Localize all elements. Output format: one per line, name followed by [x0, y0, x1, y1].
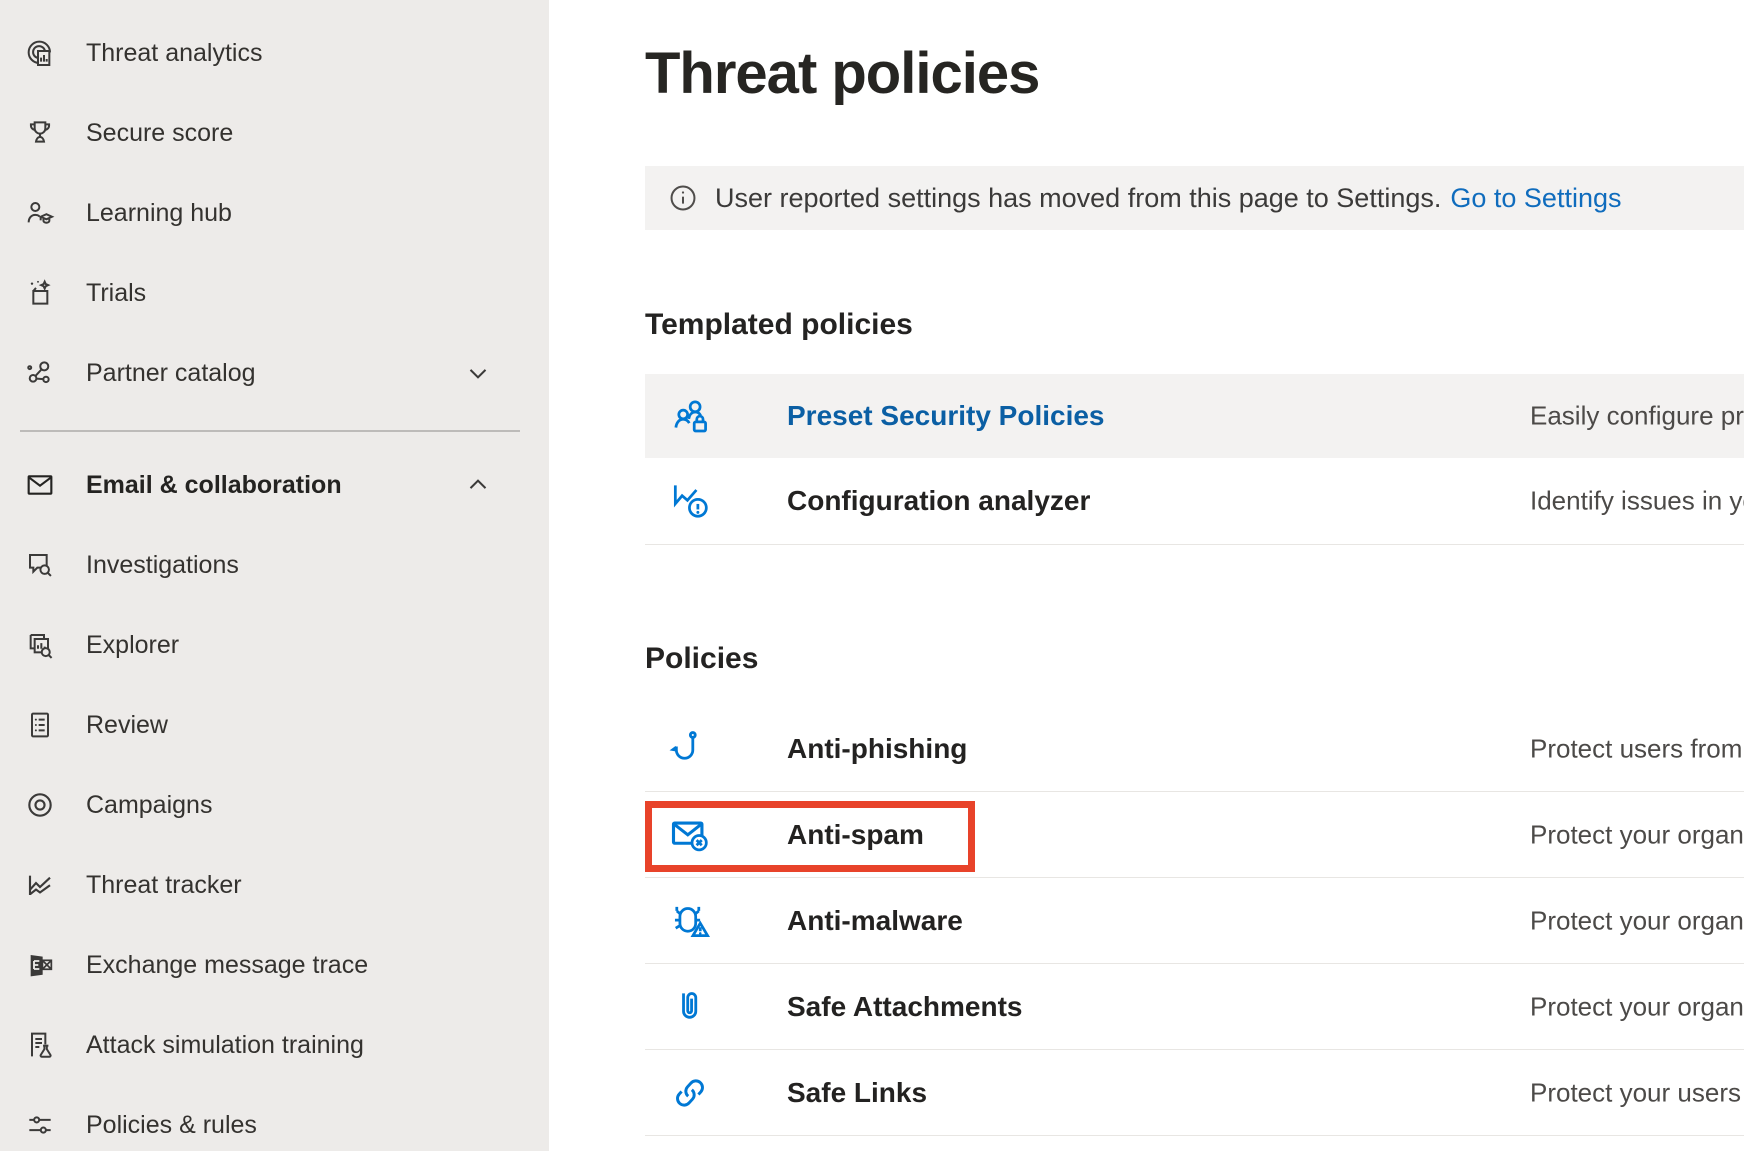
- sidebar-item-partner-catalog[interactable]: Partner catalog: [0, 333, 549, 413]
- sidebar-item-label: Policies & rules: [86, 1111, 257, 1140]
- chevron-down-icon[interactable]: [463, 358, 493, 388]
- sidebar-item-trials[interactable]: Trials: [0, 253, 549, 333]
- info-banner: User reported settings has moved from th…: [645, 166, 1744, 230]
- sidebar-item-explorer[interactable]: Explorer: [0, 605, 549, 685]
- row-description: Protect users from p: [1530, 733, 1744, 764]
- exchange-icon: [22, 947, 58, 983]
- go-to-settings-link[interactable]: Go to Settings: [1450, 183, 1621, 214]
- row-description: Easily configure prot: [1530, 401, 1744, 432]
- banner-message: User reported settings has moved from th…: [715, 183, 1441, 214]
- row-label[interactable]: Safe Links: [787, 1077, 927, 1109]
- threat-tracker-icon: [22, 867, 58, 903]
- email-icon: [22, 467, 58, 503]
- sidebar-item-label: Explorer: [86, 631, 179, 660]
- row-label[interactable]: Anti-malware: [787, 905, 963, 937]
- sidebar-item-policies-rules[interactable]: Policies & rules: [0, 1085, 549, 1165]
- row-description: Identify issues in you: [1530, 486, 1744, 517]
- sidebar-item-label: Learning hub: [86, 199, 232, 228]
- sidebar-item-label: Investigations: [86, 551, 239, 580]
- policies-rules-icon: [22, 1107, 58, 1143]
- sidebar-item-exchange-message-trace[interactable]: Exchange message trace: [0, 925, 549, 1005]
- sidebar-item-label: Review: [86, 711, 168, 740]
- partner-catalog-icon: [22, 355, 58, 391]
- sidebar-item-label: Attack simulation training: [86, 1031, 364, 1060]
- sidebar-item-threat-analytics[interactable]: Threat analytics: [0, 13, 549, 93]
- templated-policies-heading: Templated policies: [645, 308, 913, 342]
- preset-security-icon: [667, 393, 713, 439]
- sidebar-item-label: Secure score: [86, 119, 233, 148]
- sidebar-item-secure-score[interactable]: Secure score: [0, 93, 549, 173]
- info-icon: [667, 182, 699, 214]
- row-description: Protect your organiz: [1530, 905, 1744, 936]
- policies-heading: Policies: [645, 642, 758, 676]
- sidebar-item-learning-hub[interactable]: Learning hub: [0, 173, 549, 253]
- row-label[interactable]: Preset Security Policies: [787, 400, 1105, 432]
- sidebar-item-label: Threat tracker: [86, 871, 242, 900]
- row-description: Protect your organiz: [1530, 819, 1744, 850]
- sidebar-section-label: Email & collaboration: [86, 471, 342, 500]
- sidebar-item-label: Partner catalog: [86, 359, 256, 388]
- chevron-down-icon[interactable]: [467, 280, 493, 306]
- threat-analytics-icon: [22, 35, 58, 71]
- row-preset-security-policies[interactable]: Preset Security Policies Easily configur…: [645, 374, 1744, 458]
- campaigns-icon: [22, 787, 58, 823]
- templated-policies-list: Preset Security Policies Easily configur…: [645, 374, 1744, 545]
- investigations-icon: [22, 547, 58, 583]
- chevron-up-icon[interactable]: [463, 470, 493, 500]
- anti-phishing-icon: [667, 726, 713, 772]
- row-safe-links[interactable]: Safe Links Protect your users fr: [645, 1050, 1744, 1136]
- anti-malware-icon: [667, 898, 713, 944]
- sidebar: Threat analytics Secure score: [0, 0, 549, 1151]
- policies-list: Anti-phishing Protect users from p Anti-…: [645, 706, 1744, 1136]
- sidebar-section-email-collaboration[interactable]: Email & collaboration: [0, 445, 549, 525]
- sidebar-item-label: Trials: [86, 279, 146, 308]
- sidebar-item-review[interactable]: Review: [0, 685, 549, 765]
- row-anti-malware[interactable]: Anti-malware Protect your organiz: [645, 878, 1744, 964]
- learning-hub-icon: [22, 195, 58, 231]
- secure-score-icon: [22, 115, 58, 151]
- row-configuration-analyzer[interactable]: Configuration analyzer Identify issues i…: [645, 458, 1744, 545]
- sidebar-item-label: Campaigns: [86, 791, 212, 820]
- attack-simulation-icon: [22, 1027, 58, 1063]
- sidebar-item-label: Threat analytics: [86, 39, 262, 68]
- row-label[interactable]: Safe Attachments: [787, 991, 1022, 1023]
- row-description: Protect your users fr: [1530, 1077, 1744, 1108]
- sidebar-item-attack-simulation-training[interactable]: Attack simulation training: [0, 1005, 549, 1085]
- configuration-analyzer-icon: [667, 478, 713, 524]
- anti-spam-icon: [667, 812, 713, 858]
- row-safe-attachments[interactable]: Safe Attachments Protect your organiz: [645, 964, 1744, 1050]
- sidebar-item-threat-tracker[interactable]: Threat tracker: [0, 845, 549, 925]
- row-label[interactable]: Configuration analyzer: [787, 485, 1090, 517]
- page-title: Threat policies: [645, 40, 1039, 107]
- row-label[interactable]: Anti-phishing: [787, 733, 967, 765]
- explorer-icon: [22, 627, 58, 663]
- sidebar-item-investigations[interactable]: Investigations: [0, 525, 549, 605]
- row-label[interactable]: Anti-spam: [787, 819, 924, 851]
- row-anti-phishing[interactable]: Anti-phishing Protect users from p: [645, 706, 1744, 792]
- sidebar-item-label: Exchange message trace: [86, 951, 368, 980]
- safe-attachments-icon: [667, 984, 713, 1030]
- trials-icon: [22, 275, 58, 311]
- sidebar-item-campaigns[interactable]: Campaigns: [0, 765, 549, 845]
- row-description: Protect your organiz: [1530, 991, 1744, 1022]
- review-icon: [22, 707, 58, 743]
- row-anti-spam[interactable]: Anti-spam Protect your organiz: [645, 792, 1744, 878]
- safe-links-icon: [667, 1070, 713, 1116]
